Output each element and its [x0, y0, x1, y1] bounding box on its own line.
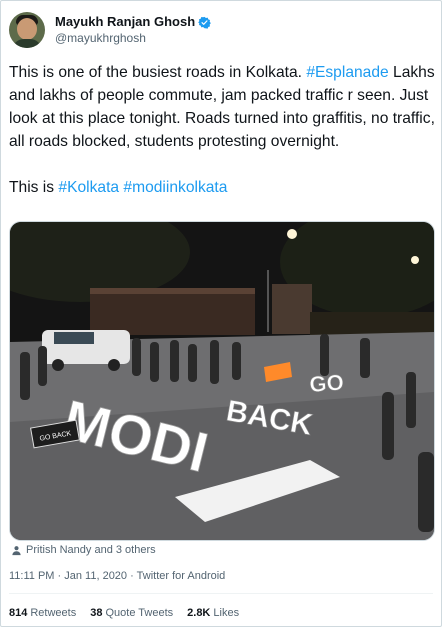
retweets-label: Retweets	[30, 607, 77, 619]
divider	[9, 593, 433, 594]
tweet-header: Mayukh Ranjan Ghosh @mayukhrghosh	[9, 10, 211, 50]
tweet-text-segment: This is	[9, 179, 59, 196]
hashtag-kolkata[interactable]: #Kolkata	[58, 179, 119, 196]
hashtag-modiinkolkata[interactable]: #modiinkolkata	[123, 179, 227, 196]
tweet-paragraph-2: This is #Kolkata #modiinkolkata	[9, 176, 435, 199]
tweet-source[interactable]: Twitter for Android	[137, 570, 226, 582]
tweet-card: Mayukh Ranjan Ghosh @mayukhrghosh This i…	[0, 0, 442, 627]
author-block: Mayukh Ranjan Ghosh @mayukhrghosh	[55, 14, 211, 46]
person-icon	[12, 545, 21, 555]
streetlight-glow	[287, 229, 297, 239]
author-display-name[interactable]: Mayukh Ranjan Ghosh	[55, 14, 195, 30]
likes-stat[interactable]: 2.8K Likes	[187, 607, 239, 619]
photo-building-roof	[90, 288, 255, 294]
author-handle[interactable]: @mayukhrghosh	[55, 30, 211, 46]
author-name-row[interactable]: Mayukh Ranjan Ghosh	[55, 14, 211, 30]
retweets-stat[interactable]: 814 Retweets	[9, 607, 76, 619]
tweet-date[interactable]: Jan 11, 2020	[64, 570, 127, 582]
tagged-users[interactable]: Pritish Nandy and 3 others	[11, 544, 156, 556]
road-text-go: GO	[309, 370, 345, 397]
hashtag-esplanade[interactable]: #Esplanade	[306, 64, 388, 81]
quotes-label: Quote Tweets	[105, 607, 174, 619]
tweet-meta: 11:11 PM · Jan 11, 2020 · Twitter for An…	[9, 570, 225, 582]
quotes-stat[interactable]: 38 Quote Tweets	[90, 607, 173, 619]
photo-building	[272, 284, 312, 334]
retweets-count: 814	[9, 607, 28, 619]
tweet-text: This is one of the busiest roads in Kolk…	[9, 61, 435, 199]
likes-count: 2.8K	[187, 607, 211, 619]
photo-car-wheel	[108, 359, 120, 371]
tweet-paragraph-1: This is one of the busiest roads in Kolk…	[9, 61, 435, 153]
verified-badge-icon	[198, 16, 211, 29]
photo-car-wheel	[52, 359, 64, 371]
tagged-users-text[interactable]: Pritish Nandy and 3 others	[26, 544, 156, 556]
tweet-text-segment: This is one of the busiest roads in Kolk…	[9, 64, 307, 81]
avatar[interactable]	[9, 12, 45, 48]
streetlight-glow	[411, 256, 419, 264]
likes-label: Likes	[213, 607, 240, 619]
avatar-face	[17, 18, 37, 40]
quotes-count: 38	[90, 607, 103, 619]
tweet-time[interactable]: 11:11 PM	[9, 570, 54, 582]
photo-building	[90, 290, 255, 335]
photo-car-window	[54, 332, 94, 344]
tweet-photo[interactable]: GO BACK MODI GO BACK	[9, 221, 435, 541]
photo-scene: GO BACK MODI GO BACK	[10, 222, 434, 540]
tweet-stats: 814 Retweets 38 Quote Tweets 2.8K Likes	[9, 607, 239, 619]
avatar-shirt	[12, 39, 42, 48]
